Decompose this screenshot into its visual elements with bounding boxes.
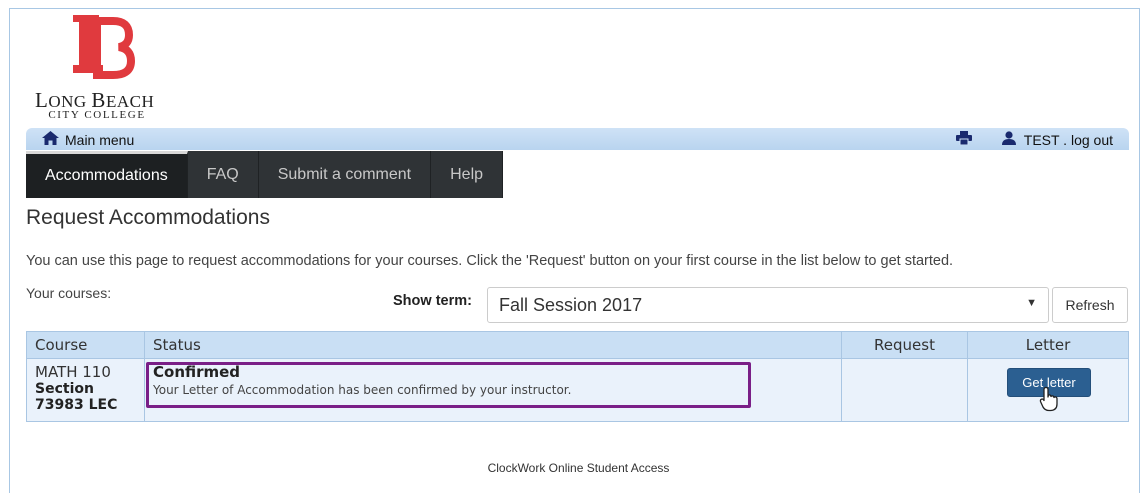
intro-text: You can use this page to request accommo… (26, 253, 954, 269)
printer-icon[interactable] (955, 131, 972, 148)
tab-accommodations[interactable]: Accommodations (26, 151, 188, 198)
tab-submit-comment[interactable]: Submit a comment (259, 151, 432, 198)
page-title: Request Accommodations (26, 206, 270, 229)
home-icon (42, 131, 59, 148)
header-letter: Letter (967, 331, 1129, 359)
term-select-value: Fall Session 2017 (499, 295, 643, 315)
course-code: MATH 110 (35, 363, 111, 381)
user-icon (1001, 131, 1016, 148)
your-courses-label: Your courses: (26, 285, 112, 301)
hand-cursor-icon (1039, 386, 1061, 417)
footer-text: ClockWork Online Student Access (487, 461, 670, 475)
main-menu-label: Main menu (65, 131, 135, 148)
logo-subtitle: CITY COLLEGE (48, 109, 146, 121)
caret-down-icon: ▼ (1026, 297, 1037, 309)
nav-tabs: Accommodations FAQ Submit a comment Help (26, 151, 504, 198)
header-request: Request (841, 331, 968, 359)
header-course: Course (26, 331, 145, 359)
main-menu-link[interactable]: Main menu (42, 131, 134, 148)
table-header-row: Course Status Request Letter (26, 331, 1129, 359)
user-logout-link[interactable]: TEST . log out (1024, 132, 1113, 148)
show-term-label: Show term: (393, 293, 472, 309)
course-cell: MATH 110 Section 73983 LEC (26, 358, 145, 422)
main-menu-bar: Main menu TEST . log out (26, 128, 1129, 150)
term-select[interactable]: Fall Session 2017 ▼ (487, 287, 1049, 323)
section-number: 73983 LEC (35, 397, 118, 413)
refresh-button[interactable]: Refresh (1052, 287, 1128, 323)
college-logo[interactable]: LONG BEACH CITY COLLEGE (35, 15, 175, 121)
status-highlight-box (146, 362, 751, 408)
header-status: Status (144, 331, 842, 359)
tab-help[interactable]: Help (431, 151, 504, 198)
lb-monogram-icon (73, 15, 135, 79)
section-label: Section (35, 381, 94, 397)
tab-faq[interactable]: FAQ (188, 151, 259, 198)
request-cell (841, 358, 968, 422)
